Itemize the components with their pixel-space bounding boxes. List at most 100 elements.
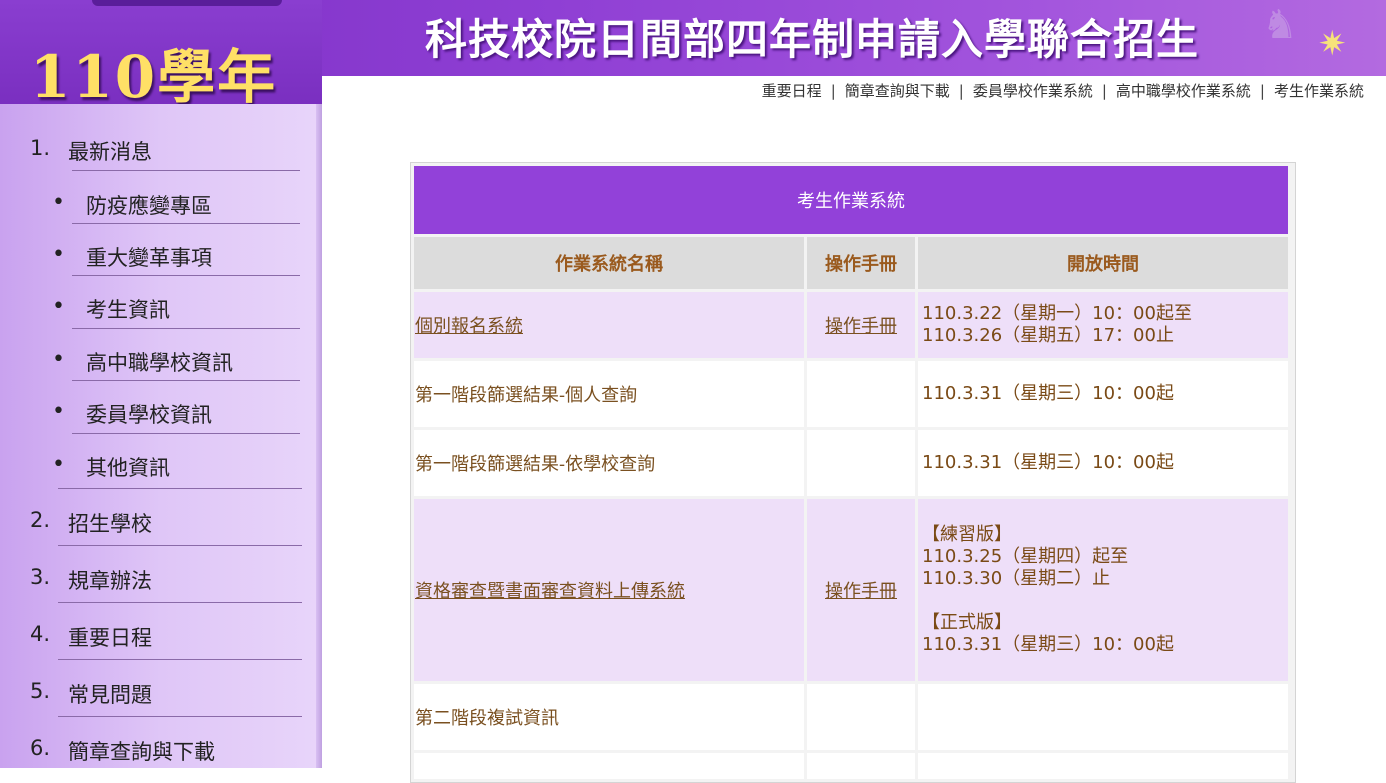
top-nav-links: 重要日程 | 簡章查詢與下載 | 委員學校作業系統 | 高中職學校作業系統 | 考生作業系統 [762,80,1364,101]
manual-link[interactable]: 操作手冊 [825,581,897,602]
logo-strip [92,0,282,6]
table-caption-row: 考生作業系統 [414,166,1288,234]
nav-separator: | [1259,82,1265,100]
nav-link-applicant-system[interactable]: 考生作業系統 [1274,82,1364,100]
divider [58,488,302,489]
nav-link-schedule[interactable]: 重要日程 [762,82,822,100]
sidebar-item-label: 常見問題 [68,683,152,707]
open-time-line: 110.3.22（星期一）10：00起至 [922,303,1192,324]
system-table: 考生作業系統 作業系統名稱 操作手冊 開放時間 個別報名系統 操作手冊 110.… [411,163,1291,782]
sidebar-subitem-label: 重大變革事項 [86,246,212,270]
bullet-icon: • [52,294,65,319]
manual-cell [807,684,915,750]
system-name-cell: 資格審查暨書面審查資料上傳系統 [414,499,804,681]
system-link-registration[interactable]: 個別報名系統 [415,316,523,337]
sidebar-subitem-label: 委員學校資訊 [86,403,212,427]
sidebar-item-label: 規章辦法 [68,569,152,593]
divider [58,602,302,603]
empty-cell [414,753,804,779]
bullet-icon: • [52,399,65,424]
bullet-icon: • [52,347,65,372]
sidebar-item-label: 最新消息 [68,140,152,164]
logo-area: 110學年度 [0,0,322,195]
bullet-icon: • [52,190,65,215]
open-time-line: 110.3.31（星期三）10：00起 [922,634,1174,655]
nav-link-highschool-system[interactable]: 高中職學校作業系統 [1116,82,1251,100]
bullet-icon: • [52,242,65,267]
manual-cell: 操作手冊 [807,499,915,681]
bullet-icon: • [52,452,65,477]
animal-decoration-icon: ♞ [1262,2,1298,48]
open-time-cell: 110.3.31（星期三）10：00起 [918,430,1288,496]
open-time-line: 110.3.31（星期三）10：00起 [922,383,1174,404]
sidebar-item-label: 重要日程 [68,626,152,650]
table-row: 資格審查暨書面審查資料上傳系統 操作手冊 【練習版】 110.3.25（星期四）… [414,499,1288,681]
manual-link[interactable]: 操作手冊 [825,316,897,337]
open-time-line: 【正式版】 [922,612,1012,633]
system-name-cell: 個別報名系統 [414,292,804,358]
system-name-cell: 第一階段篩選結果-個人查詢 [414,361,804,427]
nav-link-committee-system[interactable]: 委員學校作業系統 [973,82,1093,100]
column-header-name: 作業系統名稱 [414,237,804,289]
sidebar-item-number: 1. [30,136,51,160]
table-header-row: 作業系統名稱 操作手冊 開放時間 [414,237,1288,289]
open-time-line: 110.3.31（星期三）10：00起 [922,452,1174,473]
open-time-cell: 110.3.22（星期一）10：00起至 110.3.26（星期五）17：00止 [918,292,1288,358]
nav-separator: | [958,82,964,100]
sidebar-item-label: 簡章查詢與下載 [68,740,215,764]
table-row: 第二階段複試資訊 [414,684,1288,750]
sidebar: 1. 最新消息 • 防疫應變專區 • 重大變革事項 • 考生資訊 • 高中職學校… [0,104,322,768]
divider [72,170,300,171]
divider [72,275,300,276]
open-time-cell: 110.3.31（星期三）10：00起 [918,361,1288,427]
sidebar-item-number: 3. [30,565,51,589]
sidebar-item-number: 5. [30,679,51,703]
sidebar-item-number: 4. [30,622,51,646]
table-row: 第一階段篩選結果-依學校查詢 110.3.31（星期三）10：00起 [414,430,1288,496]
system-link-document-upload[interactable]: 資格審查暨書面審查資料上傳系統 [415,581,685,602]
table-row [414,753,1288,779]
sidebar-item-number: 6. [30,736,51,760]
table-row: 第一階段篩選結果-個人查詢 110.3.31（星期三）10：00起 [414,361,1288,427]
sidebar-item-number: 2. [30,508,51,532]
top-nav: 重要日程 | 簡章查詢與下載 | 委員學校作業系統 | 高中職學校作業系統 | 考生作業系統 [322,76,1386,104]
divider [58,716,302,717]
star-decoration-icon: ✷ [1318,24,1347,64]
open-time-line: 110.3.25（星期四）起至 [922,546,1129,567]
divider [72,328,300,329]
sidebar-subitem-label: 其他資訊 [86,456,170,480]
divider [58,545,302,546]
nav-separator: | [830,82,836,100]
open-time-line: 【練習版】 [922,524,1012,545]
open-time-cell: 【練習版】 110.3.25（星期四）起至 110.3.30（星期二）止 【正式… [918,499,1288,681]
nav-separator: | [1101,82,1107,100]
empty-cell [918,753,1288,779]
nav-link-brochure[interactable]: 簡章查詢與下載 [845,82,950,100]
manual-cell [807,430,915,496]
column-header-time: 開放時間 [918,237,1288,289]
open-time-cell [918,684,1288,750]
divider [72,380,300,381]
system-table-container: 考生作業系統 作業系統名稱 操作手冊 開放時間 個別報名系統 操作手冊 110.… [410,162,1296,783]
header-banner: 110學年度 科技校院日間部四年制申請入學聯合招生 ♞ ✷ 重要日程 | 簡章查詢與… [0,0,1386,195]
system-name-cell: 第二階段複試資訊 [414,684,804,750]
empty-cell [807,753,915,779]
divider [58,659,302,660]
sidebar-subitem-label: 考生資訊 [86,298,170,322]
sidebar-item-label: 招生學校 [68,512,152,536]
table-row: 個別報名系統 操作手冊 110.3.22（星期一）10：00起至 110.3.2… [414,292,1288,358]
column-header-manual: 操作手冊 [807,237,915,289]
sidebar-subitem-label: 高中職學校資訊 [86,351,233,375]
table-caption: 考生作業系統 [414,166,1288,234]
sidebar-subitem-label: 防疫應變專區 [86,194,212,218]
divider [72,223,300,224]
system-name-cell: 第一階段篩選結果-依學校查詢 [414,430,804,496]
open-time-line: 110.3.26（星期五）17：00止 [922,325,1174,346]
page-title: 科技校院日間部四年制申請入學聯合招生 [425,15,1200,64]
manual-cell [807,361,915,427]
open-time-line: 110.3.30（星期二）止 [922,568,1111,589]
sidebar-edge [316,104,322,768]
divider [72,433,300,434]
manual-cell: 操作手冊 [807,292,915,358]
